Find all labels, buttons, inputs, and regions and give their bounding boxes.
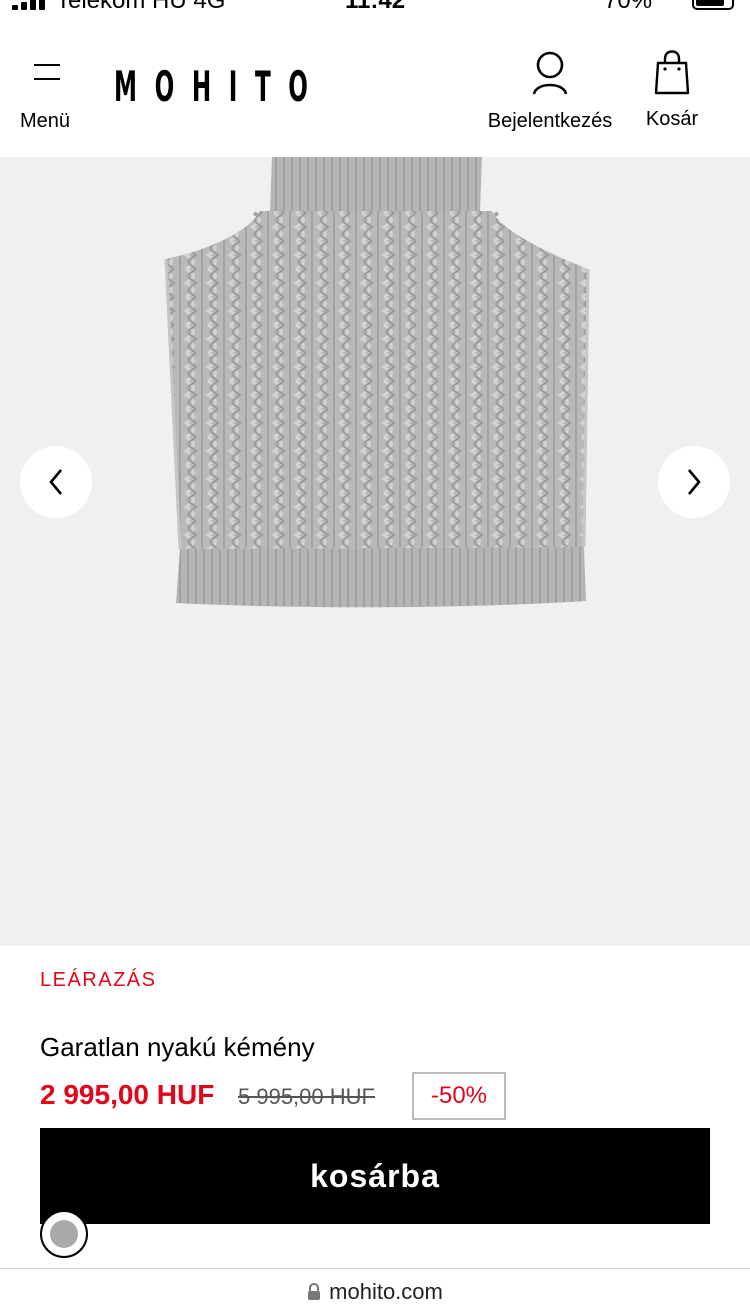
- current-price: 2 995,00 HUF: [40, 1079, 215, 1110]
- clock: 11:42: [345, 0, 406, 14]
- login-label: Bejelentkezés: [487, 110, 613, 132]
- menu-label: Menü: [20, 110, 71, 132]
- color-swatch[interactable]: [40, 1210, 88, 1258]
- carrier-label: Telekom HU 4G: [56, 0, 226, 14]
- chevron-left-icon: [49, 469, 62, 495]
- product-gallery[interactable]: [0, 157, 750, 946]
- battery-icon: [692, 0, 734, 10]
- swatch-color: [50, 1220, 78, 1248]
- login-button[interactable]: Bejelentkezés: [482, 50, 618, 140]
- menu-button[interactable]: Menü: [14, 56, 80, 136]
- cart-label: Kosár: [645, 108, 699, 130]
- brand-logo[interactable]: MOHITO: [114, 62, 326, 111]
- url-text: mohito.com: [329, 1279, 443, 1304]
- signal-icon: [12, 0, 45, 10]
- battery-percent: 70%: [604, 0, 653, 14]
- user-icon: [532, 51, 568, 95]
- sale-label: LEÁRAZÁS: [40, 969, 157, 991]
- add-to-cart-button[interactable]: kosárba: [40, 1128, 710, 1224]
- original-price: 5 995,00 HUF: [238, 1084, 375, 1109]
- chevron-right-icon: [688, 469, 701, 495]
- gallery-next-button[interactable]: [658, 446, 730, 518]
- product-image: [164, 157, 590, 608]
- hamburger-icon: [34, 64, 60, 84]
- lock-icon: [308, 1283, 321, 1300]
- site-header: Menü MOHITO Bejelentkezés Kosár: [0, 14, 750, 157]
- status-bar: Telekom HU 4G 11:42 70%: [0, 0, 750, 14]
- product-name: Garatlan nyakú kémény: [40, 1032, 315, 1062]
- cart-button[interactable]: Kosár: [640, 50, 704, 140]
- shopping-bag-icon: [654, 50, 690, 95]
- price-row: 2 995,00 HUF 5 995,00 HUF -50%: [40, 1072, 640, 1120]
- gallery-prev-button[interactable]: [20, 446, 92, 518]
- discount-badge: -50%: [412, 1072, 506, 1120]
- browser-url-bar[interactable]: mohito.com: [0, 1268, 750, 1311]
